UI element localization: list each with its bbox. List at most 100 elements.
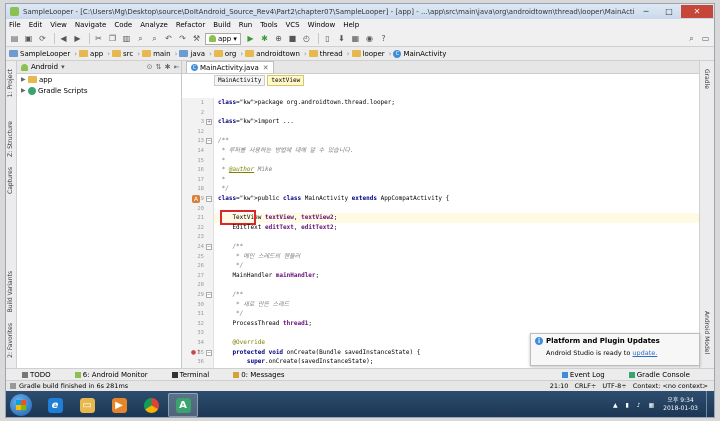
code-line[interactable] bbox=[214, 127, 701, 137]
show-desktop-button[interactable] bbox=[706, 391, 714, 417]
stop-icon[interactable]: ■ bbox=[287, 33, 298, 44]
menu-window[interactable]: Window bbox=[308, 21, 336, 29]
code-crumb-field[interactable]: textView bbox=[267, 75, 305, 86]
undo-icon[interactable]: ↶ bbox=[163, 33, 174, 44]
cursor-position[interactable]: 21:10 bbox=[550, 382, 569, 390]
crumb-org[interactable]: org bbox=[213, 50, 236, 58]
search-everywhere-icon[interactable]: ⌕ bbox=[686, 33, 697, 44]
run-config-select[interactable]: app ▾ bbox=[205, 32, 241, 45]
crumb-thread[interactable]: thread bbox=[308, 50, 343, 58]
menu-tools[interactable]: Tools bbox=[260, 21, 277, 29]
code-line[interactable]: * bbox=[214, 156, 701, 166]
taskbar-chrome[interactable] bbox=[136, 393, 166, 417]
layout-icon[interactable]: ▭ bbox=[700, 33, 711, 44]
crumb-main[interactable]: main bbox=[142, 50, 171, 58]
minimize-button[interactable]: ─ bbox=[635, 5, 657, 18]
context-indicator[interactable]: Context: <no context> bbox=[633, 382, 708, 390]
taskbar-explorer[interactable]: ▭ bbox=[72, 393, 102, 417]
menu-navigate[interactable]: Navigate bbox=[75, 21, 106, 29]
copy-icon[interactable]: ❐ bbox=[107, 33, 118, 44]
todo-tab[interactable]: TODO bbox=[22, 371, 63, 379]
override-gutter-icon[interactable]: ●↑ bbox=[191, 349, 201, 357]
menu-help[interactable]: Help bbox=[343, 21, 359, 29]
fold-icon[interactable]: + bbox=[206, 119, 212, 126]
clock[interactable]: 오후 9:34 2018-01-03 bbox=[663, 397, 698, 413]
start-button[interactable] bbox=[10, 394, 32, 416]
code-line[interactable]: */ bbox=[214, 184, 701, 194]
close-button[interactable]: ✕ bbox=[681, 5, 713, 18]
save-icon[interactable]: ▣ bbox=[23, 33, 34, 44]
code-crumb-class[interactable]: MainActivity bbox=[214, 75, 266, 86]
close-tab-icon[interactable]: ✕ bbox=[263, 64, 269, 72]
crumb-looper[interactable]: looper bbox=[351, 50, 385, 58]
debug-icon[interactable]: ✱ bbox=[259, 33, 270, 44]
open-icon[interactable]: ▤ bbox=[9, 33, 20, 44]
profile-icon[interactable]: ◴ bbox=[301, 33, 312, 44]
find-icon[interactable]: ⌕ bbox=[135, 33, 146, 44]
collapse-icon[interactable]: ⇅ bbox=[154, 63, 163, 71]
code-line[interactable]: * bbox=[214, 175, 701, 185]
menu-refactor[interactable]: Refactor bbox=[176, 21, 205, 29]
expand-arrow-icon[interactable]: ▶ bbox=[21, 87, 28, 94]
avd-manager-icon[interactable]: ▯ bbox=[322, 33, 333, 44]
crumb-app[interactable]: app bbox=[79, 50, 103, 58]
maximize-button[interactable]: □ bbox=[658, 5, 680, 18]
taskbar-media[interactable]: ▶ bbox=[104, 393, 134, 417]
messages-tab[interactable]: 0: Messages bbox=[233, 371, 296, 379]
chevron-down-icon[interactable]: ▾ bbox=[61, 63, 65, 71]
menu-view[interactable]: View bbox=[50, 21, 67, 29]
code-line[interactable] bbox=[214, 280, 701, 290]
crumb-java[interactable]: java bbox=[179, 50, 205, 58]
menu-build[interactable]: Build bbox=[213, 21, 231, 29]
hide-icon[interactable]: ⇤ bbox=[172, 63, 181, 71]
menu-vcs[interactable]: VCS bbox=[285, 21, 299, 29]
fold-icon[interactable]: − bbox=[206, 196, 212, 202]
code-line[interactable]: class="kw">package org.androidtown.threa… bbox=[214, 98, 701, 108]
code-line[interactable]: * 새로 만든 스레드 bbox=[214, 300, 701, 310]
fold-icon[interactable]: − bbox=[206, 292, 212, 298]
menu-edit[interactable]: Edit bbox=[29, 21, 43, 29]
project-structure-icon[interactable]: ▦ bbox=[350, 33, 361, 44]
help-icon[interactable]: ? bbox=[378, 33, 389, 44]
code-line[interactable]: MainHandler mainHandler; bbox=[214, 271, 701, 281]
crumb-project[interactable]: SampleLooper bbox=[9, 50, 70, 58]
gradle-tool-tab[interactable]: Gradle bbox=[703, 69, 710, 89]
project-view-select[interactable]: Android bbox=[31, 63, 58, 71]
crumb-mainactivity[interactable]: C MainActivity bbox=[393, 49, 446, 58]
redo-icon[interactable]: ↷ bbox=[177, 33, 188, 44]
code-line[interactable] bbox=[214, 232, 701, 242]
back-icon[interactable]: ◀ bbox=[58, 33, 69, 44]
menu-code[interactable]: Code bbox=[114, 21, 132, 29]
android-device-monitor-icon[interactable]: ◉ bbox=[364, 33, 375, 44]
code-line[interactable]: */ bbox=[214, 309, 701, 319]
code-line[interactable]: class="kw">public class MainActivity ext… bbox=[214, 194, 701, 204]
cut-icon[interactable]: ✂ bbox=[93, 33, 104, 44]
gear-icon[interactable]: ✱ bbox=[163, 63, 172, 71]
gradle-console-tab[interactable]: Gradle Console bbox=[628, 371, 702, 379]
project-tool-tab[interactable]: 1: Project bbox=[7, 69, 14, 97]
forward-icon[interactable]: ▶ bbox=[72, 33, 83, 44]
menu-file[interactable]: File bbox=[9, 21, 21, 29]
taskbar-ie[interactable]: e bbox=[40, 393, 70, 417]
tree-item-app[interactable]: ▶ app bbox=[17, 74, 181, 85]
code-line[interactable]: TextView textView, textView2; bbox=[214, 213, 701, 224]
menu-run[interactable]: Run bbox=[239, 21, 252, 29]
sync-icon[interactable]: ⟳ bbox=[37, 33, 48, 44]
android-monitor-tab[interactable]: 6: Android Monitor bbox=[74, 371, 160, 379]
sdk-manager-icon[interactable]: ⬇ bbox=[336, 33, 347, 44]
terminal-tab[interactable]: Terminal bbox=[171, 371, 222, 379]
make-icon[interactable]: ⚒ bbox=[191, 33, 202, 44]
code-area[interactable]: class="kw">package org.androidtown.threa… bbox=[214, 98, 701, 368]
replace-icon[interactable]: ⌕ bbox=[149, 33, 160, 44]
tab-mainactivity[interactable]: C MainActivity.java ✕ bbox=[186, 61, 274, 73]
fold-icon[interactable]: − bbox=[206, 349, 212, 356]
code-line[interactable]: /** bbox=[214, 242, 701, 252]
captures-tool-tab[interactable]: Captures bbox=[7, 167, 14, 194]
code-line[interactable]: EditText editText, editText2; bbox=[214, 223, 701, 233]
crumb-src[interactable]: src bbox=[112, 50, 133, 58]
event-log-tab[interactable]: Event Log bbox=[561, 371, 617, 379]
tray-icons[interactable]: ▲ ▮ ♪ ▦ bbox=[613, 402, 657, 409]
code-line[interactable]: /** bbox=[214, 290, 701, 300]
code-line[interactable]: * @author Mike bbox=[214, 165, 701, 175]
attach-debugger-icon[interactable]: ⊕ bbox=[273, 33, 284, 44]
